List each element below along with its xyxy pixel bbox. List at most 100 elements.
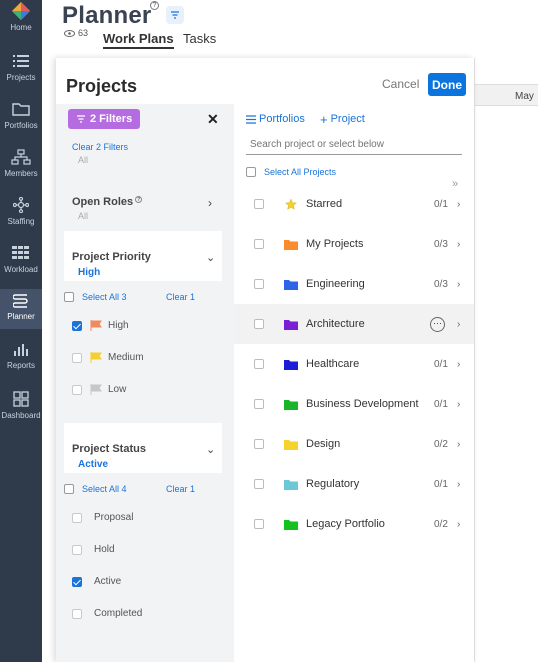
select-all-projects-label: Select All Projects: [264, 167, 337, 177]
priority-filter-card[interactable]: Project Priority High ⌄: [64, 231, 222, 281]
chevron-right-icon[interactable]: ›: [457, 239, 460, 250]
project-row-healthcare[interactable]: Healthcare 0/1 ›: [234, 344, 474, 384]
folder-icon: [284, 519, 298, 530]
project-checkbox[interactable]: [254, 319, 264, 329]
chevron-down-icon[interactable]: ⌄: [206, 443, 215, 456]
header-filter-button[interactable]: [166, 6, 184, 24]
close-filters-icon[interactable]: ✕: [207, 111, 219, 128]
nav-home[interactable]: Home: [0, 2, 42, 48]
chevron-down-icon[interactable]: ⌄: [206, 251, 215, 264]
nav-label-planner: Planner: [7, 312, 35, 321]
filters-badge[interactable]: 2 Filters: [68, 109, 141, 129]
chevron-right-icon[interactable]: ›: [457, 479, 460, 490]
project-checkbox[interactable]: [254, 439, 264, 449]
status-active-checkbox[interactable]: [72, 576, 82, 587]
priority-select-all-label: Select All 3: [82, 292, 127, 302]
nav-portfolios[interactable]: Portfolios: [0, 100, 42, 146]
reports-chart-icon: [13, 340, 29, 358]
status-filter-card[interactable]: Project Status Active ⌄: [64, 423, 222, 473]
folder-icon: [284, 399, 298, 410]
board-month-label: May: [515, 91, 534, 102]
status-active-label: Active: [94, 576, 122, 587]
project-row-design[interactable]: Design 0/2 ›: [234, 424, 474, 464]
staffing-icon: [13, 196, 29, 214]
nav-label-workload: Workload: [4, 265, 38, 274]
priority-option-low[interactable]: Low: [72, 384, 126, 395]
project-checkbox[interactable]: [254, 399, 264, 409]
nav-planner[interactable]: Planner: [0, 289, 42, 329]
chevron-right-icon[interactable]: ›: [457, 519, 460, 530]
project-row-engineering[interactable]: Engineering 0/3 ›: [234, 264, 474, 304]
done-button[interactable]: Done: [428, 73, 466, 96]
priority-medium-checkbox[interactable]: [72, 352, 82, 363]
chevron-right-icon[interactable]: ›: [457, 439, 460, 450]
project-count: 0/1: [434, 358, 448, 370]
tab-work-plans[interactable]: Work Plans: [103, 31, 174, 49]
project-row-business-development[interactable]: Business Development 0/1 ›: [234, 384, 474, 424]
status-proposal-checkbox[interactable]: [72, 512, 82, 523]
help-icon[interactable]: ?: [135, 196, 143, 203]
project-checkbox[interactable]: [254, 239, 264, 249]
priority-select-all[interactable]: Select All 3: [64, 292, 127, 302]
project-checkbox[interactable]: [254, 199, 264, 209]
clear-filters-link[interactable]: Clear 2 Filters: [72, 142, 128, 152]
project-name: Legacy Portfolio: [306, 518, 385, 530]
plus-icon: +: [320, 111, 328, 127]
project-checkbox[interactable]: [254, 519, 264, 529]
nav-workload[interactable]: Workload: [0, 244, 42, 290]
nav-label-reports: Reports: [6, 361, 35, 370]
page-header: Planner ? 63 Work Plans Tasks: [42, 0, 538, 58]
priority-select-all-checkbox[interactable]: [64, 292, 74, 302]
select-all-projects[interactable]: Select All Projects: [246, 167, 336, 177]
project-count: 0/3: [434, 238, 448, 250]
status-hold-checkbox[interactable]: [72, 544, 82, 555]
status-select-all-checkbox[interactable]: [64, 484, 74, 494]
project-row-architecture[interactable]: Architecture ⋯ ›: [234, 304, 474, 344]
priority-option-high[interactable]: High: [72, 320, 129, 331]
status-option-proposal[interactable]: Proposal: [72, 512, 133, 523]
nav-staffing[interactable]: Staffing: [0, 196, 42, 242]
project-row-starred[interactable]: Starred 0/1 ›: [234, 184, 474, 224]
project-name: My Projects: [306, 238, 364, 250]
more-options-icon[interactable]: ⋯: [430, 316, 445, 332]
status-option-active[interactable]: Active: [72, 576, 121, 587]
project-row-regulatory[interactable]: Regulatory 0/1 ›: [234, 464, 474, 504]
project-row-my-projects[interactable]: My Projects 0/3 ›: [234, 224, 474, 264]
nav-dashboard[interactable]: Dashboard: [0, 390, 42, 436]
add-project-link[interactable]: + Project: [320, 111, 365, 127]
priority-high-checkbox[interactable]: [72, 320, 82, 331]
nav-members[interactable]: Members: [0, 148, 42, 194]
chevron-right-icon[interactable]: ›: [457, 359, 460, 370]
project-search-input[interactable]: [246, 134, 462, 155]
nav-reports[interactable]: Reports: [0, 340, 42, 386]
status-completed-checkbox[interactable]: [72, 608, 82, 619]
chevron-right-icon[interactable]: ›: [457, 279, 460, 290]
tab-tasks[interactable]: Tasks: [183, 31, 216, 46]
priority-option-medium[interactable]: Medium: [72, 352, 144, 363]
project-checkbox[interactable]: [254, 279, 264, 289]
nav-projects[interactable]: Projects: [0, 52, 42, 98]
chevron-right-icon[interactable]: ›: [457, 399, 460, 410]
project-count: 0/1: [434, 398, 448, 410]
project-checkbox[interactable]: [254, 359, 264, 369]
planner-board: May: [474, 58, 538, 662]
project-name: Business Development: [306, 398, 419, 410]
help-icon[interactable]: ?: [150, 1, 159, 10]
chevron-right-icon[interactable]: ›: [457, 319, 460, 330]
portfolios-link[interactable]: Portfolios: [246, 113, 305, 125]
nav-label-home: Home: [10, 23, 32, 32]
project-row-legacy-portfolio[interactable]: Legacy Portfolio 0/2 ›: [234, 504, 474, 544]
status-clear-link[interactable]: Clear 1: [166, 484, 195, 494]
priority-clear-link[interactable]: Clear 1: [166, 292, 195, 302]
chevron-right-icon[interactable]: ›: [208, 196, 212, 210]
priority-title: Project Priority: [72, 251, 151, 263]
status-select-all[interactable]: Select All 4: [64, 484, 127, 494]
project-checkbox[interactable]: [254, 479, 264, 489]
priority-low-checkbox[interactable]: [72, 384, 82, 395]
chevron-right-icon[interactable]: ›: [457, 199, 460, 210]
select-all-projects-checkbox[interactable]: [246, 167, 256, 177]
cancel-button[interactable]: Cancel: [382, 77, 419, 91]
status-option-hold[interactable]: Hold: [72, 544, 115, 555]
status-option-completed[interactable]: Completed: [72, 608, 142, 619]
open-roles-section[interactable]: Open Roles?: [72, 196, 143, 208]
